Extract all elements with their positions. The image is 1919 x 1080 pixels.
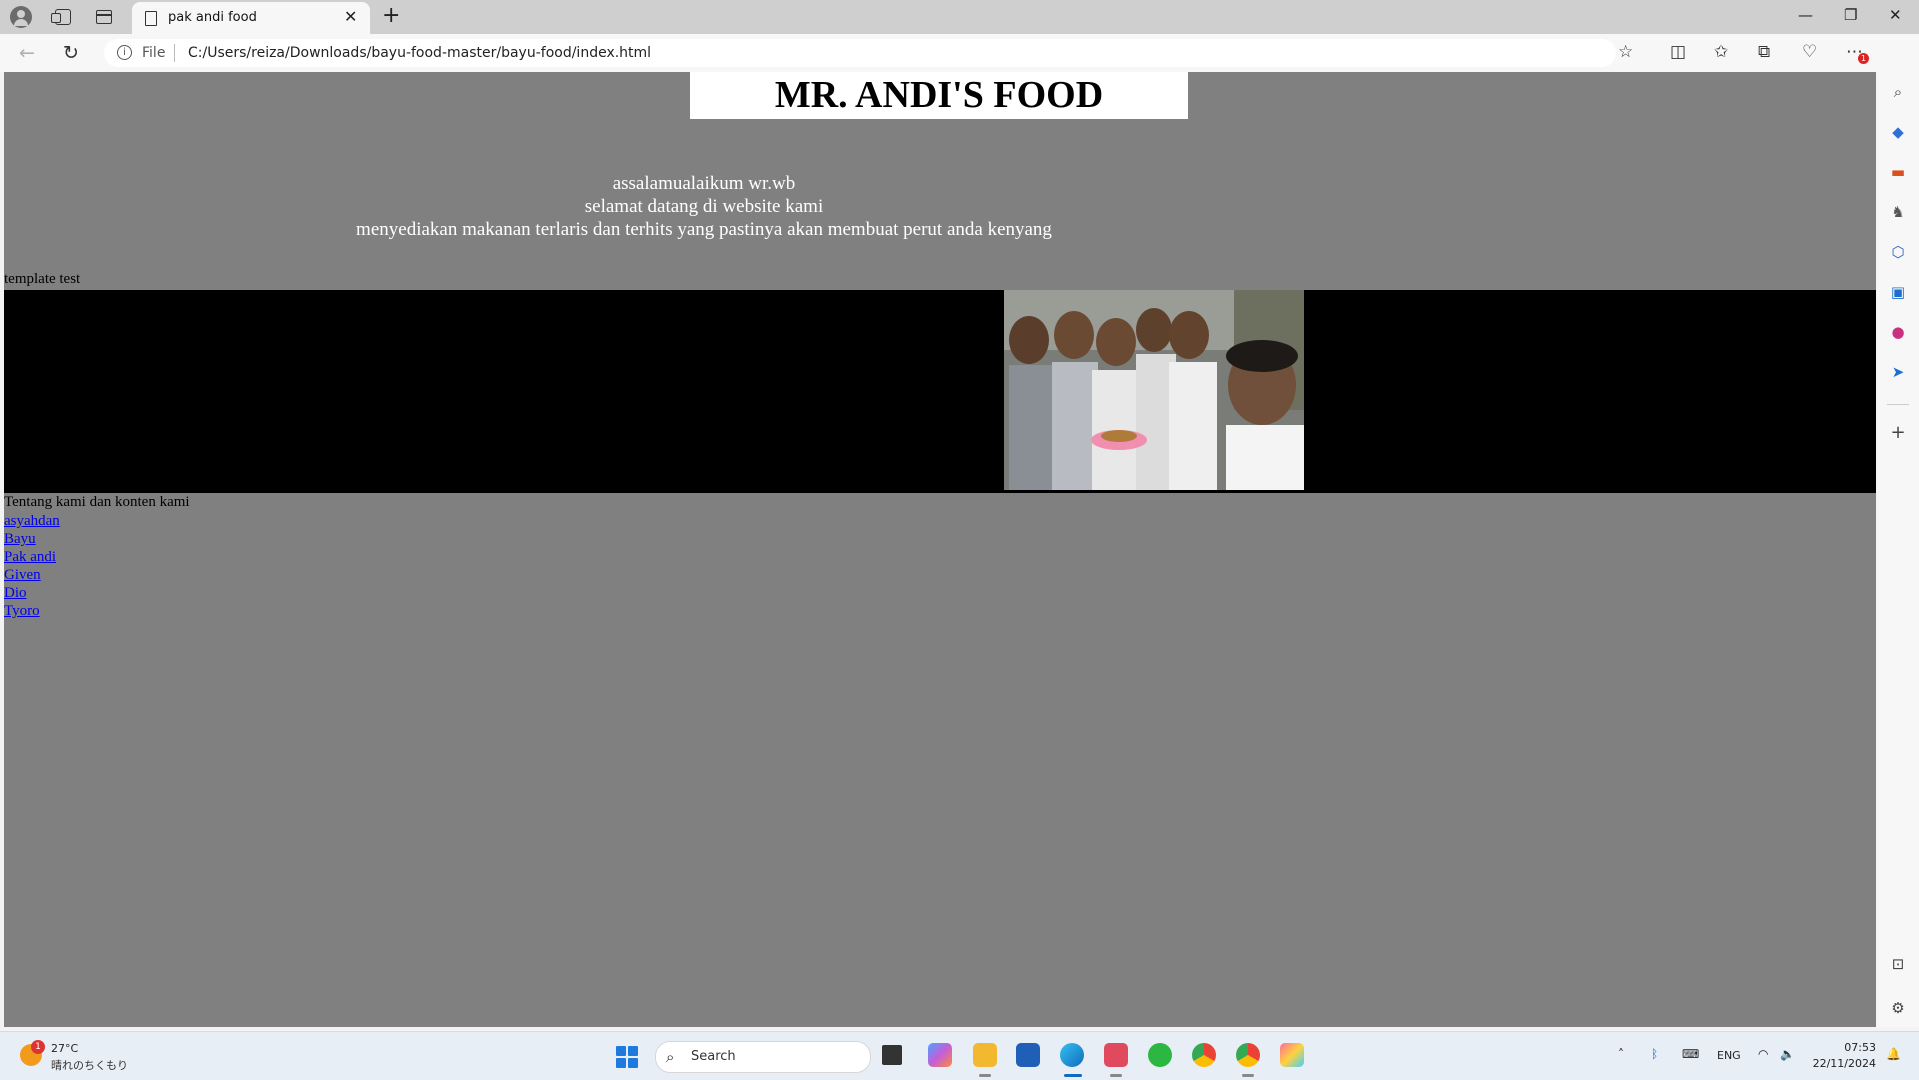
sidebar-settings-icon[interactable]: ⚙: [1888, 998, 1908, 1018]
welcome-line: assalamualaikum wr.wb: [612, 173, 796, 194]
games-icon[interactable]: ♞: [1888, 202, 1908, 222]
hide-sidebar-icon[interactable]: ⊡: [1888, 954, 1908, 974]
page-viewport: MR. ANDI'S FOOD assalamualaikum wr.wb se…: [4, 72, 1876, 1027]
keyboard-icon[interactable]: ⌨: [1682, 1047, 1699, 1061]
file-explorer-icon[interactable]: [973, 1043, 997, 1067]
group-photo: [1004, 290, 1304, 490]
designer-icon[interactable]: ●: [1888, 322, 1908, 342]
pinned-app-icon[interactable]: [1280, 1043, 1304, 1067]
weather-description[interactable]: 晴れのちくもり: [51, 1057, 128, 1073]
group-photo-image: [1004, 290, 1304, 490]
show-hidden-icons[interactable]: ˄: [1618, 1047, 1624, 1061]
page-header: MR. ANDI'S FOOD: [690, 72, 1188, 119]
copilot-app-icon[interactable]: [928, 1043, 952, 1067]
template-label: template test: [4, 271, 81, 287]
clock-time: 07:53: [1844, 1041, 1876, 1054]
sidebar-divider: [1887, 404, 1909, 405]
vertical-tabs-icon[interactable]: [92, 5, 116, 29]
snipping-tool-indicator: [1110, 1074, 1122, 1077]
minimize-button[interactable]: —: [1798, 6, 1813, 24]
collections-icon[interactable]: ⧉: [1758, 42, 1770, 62]
tab-pak-andi-food[interactable]: pak andi food ✕: [132, 2, 370, 34]
welcome-line: menyediakan makanan terlaris dan terhits…: [356, 219, 1052, 240]
member-links: asyahdan Bayu Pak andi Given Dio Tyoro: [4, 512, 60, 620]
member-link-given[interactable]: Given: [4, 566, 60, 584]
split-screen-icon[interactable]: ◫: [1670, 42, 1686, 62]
banner: [4, 290, 1876, 493]
member-link-dio[interactable]: Dio: [4, 584, 60, 602]
volume-icon[interactable]: 🔈: [1780, 1047, 1795, 1061]
restore-button[interactable]: ❐: [1844, 6, 1857, 24]
url-scheme-label: File: [142, 45, 166, 61]
chrome-profile-icon[interactable]: [1236, 1043, 1260, 1067]
navigation-bar: ← ↻ i File C:/Users/reiza/Downloads/bayu…: [0, 34, 1919, 72]
back-button[interactable]: ←: [14, 40, 40, 66]
shopping-tag-icon[interactable]: ◆: [1888, 122, 1908, 142]
profile-icon[interactable]: [9, 5, 33, 29]
snipping-tool-icon[interactable]: [1104, 1043, 1128, 1067]
task-view-icon[interactable]: [882, 1045, 902, 1065]
send-icon[interactable]: ➤: [1888, 362, 1908, 382]
welcome-text: assalamualaikum wr.wb selamat datang di …: [4, 172, 1404, 241]
url-text[interactable]: C:/Users/reiza/Downloads/bayu-food-maste…: [188, 45, 651, 61]
member-link-tyoro[interactable]: Tyoro: [4, 602, 60, 620]
browser-essentials-icon[interactable]: ♡: [1802, 42, 1817, 62]
outlook-icon[interactable]: ▣: [1888, 282, 1908, 302]
add-sidebar-app-icon[interactable]: +: [1888, 422, 1908, 443]
search-placeholder: Search: [691, 1049, 736, 1064]
favorite-star-icon[interactable]: ☆: [1618, 42, 1633, 62]
edge-sidebar: ⌕ ◆ ▬ ♞ ⬡ ▣ ● ➤ + ⊡ ⚙: [1877, 34, 1919, 1027]
page-icon: [145, 11, 157, 26]
edge-app-icon[interactable]: [1060, 1043, 1084, 1067]
microsoft-365-icon[interactable]: ⬡: [1888, 242, 1908, 262]
info-icon[interactable]: i: [117, 45, 132, 60]
edge-active-indicator: [1064, 1074, 1082, 1077]
welcome-line: selamat datang di website kami: [584, 196, 824, 217]
title-bar: pak andi food ✕ + — ❐ ✕: [0, 0, 1919, 34]
search-icon[interactable]: ⌕: [1888, 82, 1908, 102]
address-bar[interactable]: i File C:/Users/reiza/Downloads/bayu-foo…: [104, 39, 1616, 67]
tab-title: pak andi food: [168, 10, 257, 25]
clock[interactable]: 07:53 22/11/2024: [1812, 1040, 1876, 1072]
refresh-button[interactable]: ↻: [58, 40, 84, 66]
whatsapp-icon[interactable]: [1148, 1043, 1172, 1067]
chrome-icon[interactable]: [1192, 1043, 1216, 1067]
extensions-badge: 1: [1858, 53, 1869, 64]
taskbar-search[interactable]: ⌕ Search: [655, 1041, 871, 1073]
weather-badge: 1: [31, 1040, 45, 1054]
wifi-icon[interactable]: ◠: [1758, 1047, 1768, 1061]
bluetooth-icon[interactable]: ᛒ: [1651, 1047, 1658, 1061]
member-link-pak-andi[interactable]: Pak andi: [4, 548, 60, 566]
url-separator: [174, 44, 175, 62]
about-label: Tentang kami dan konten kami: [4, 494, 190, 510]
favorites-icon[interactable]: ✩: [1714, 42, 1728, 62]
weather-temperature[interactable]: 27°C: [51, 1042, 78, 1055]
notifications-icon[interactable]: 🔔: [1886, 1047, 1901, 1061]
search-icon: ⌕: [666, 1048, 675, 1066]
chrome-profile-indicator: [1242, 1074, 1254, 1077]
start-button[interactable]: [616, 1046, 638, 1068]
member-link-asyahdan[interactable]: asyahdan: [4, 512, 60, 530]
clock-date: 22/11/2024: [1812, 1057, 1876, 1070]
microsoft-store-icon[interactable]: [1016, 1043, 1040, 1067]
file-explorer-indicator: [979, 1074, 991, 1077]
tools-briefcase-icon[interactable]: ▬: [1888, 162, 1908, 182]
new-tab-button[interactable]: +: [382, 3, 400, 28]
page-title: MR. ANDI'S FOOD: [774, 74, 1104, 116]
workspaces-icon[interactable]: [51, 5, 75, 29]
member-link-bayu[interactable]: Bayu: [4, 530, 60, 548]
taskbar: 1 27°C 晴れのちくもり ⌕ Search ˄ ᛒ ⌨ ENG ◠ 🔈 07…: [0, 1031, 1919, 1080]
language-indicator[interactable]: ENG: [1717, 1049, 1741, 1062]
tab-close-icon[interactable]: ✕: [344, 7, 357, 26]
close-window-button[interactable]: ✕: [1889, 6, 1902, 24]
